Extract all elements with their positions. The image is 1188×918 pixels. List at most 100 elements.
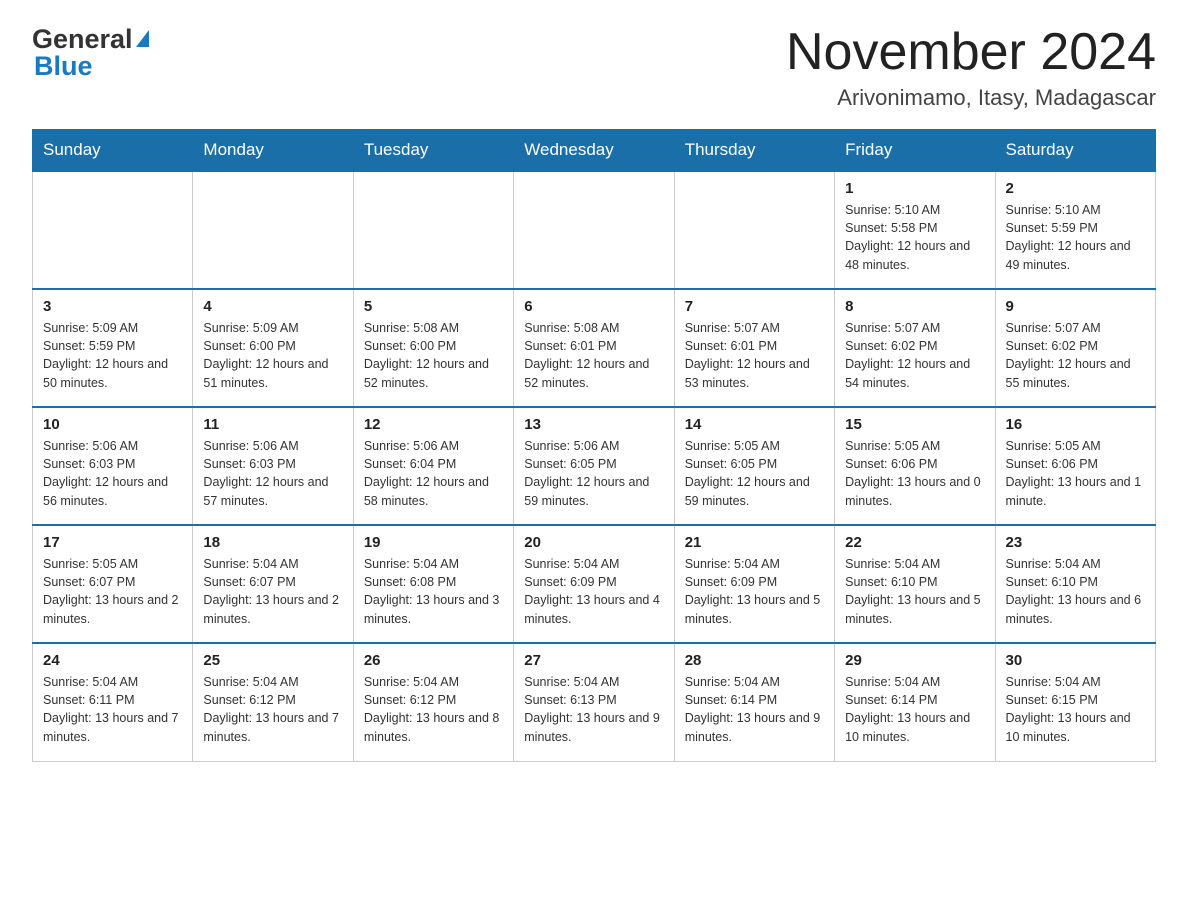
day-cell (514, 171, 674, 289)
logo-blue-text: Blue (32, 51, 149, 82)
day-number: 9 (1006, 298, 1145, 315)
day-cell: 1 Sunrise: 5:10 AMSunset: 5:58 PMDaylight… (835, 171, 995, 289)
day-info: Sunrise: 5:05 AMSunset: 6:06 PMDaylight:… (845, 437, 984, 510)
day-number: 18 (203, 534, 342, 551)
day-cell: 4 Sunrise: 5:09 AMSunset: 6:00 PMDaylight… (193, 289, 353, 407)
day-info: Sunrise: 5:04 AMSunset: 6:14 PMDaylight:… (845, 673, 984, 746)
day-number: 27 (524, 652, 663, 669)
day-number: 12 (364, 416, 503, 433)
day-info: Sunrise: 5:04 AMSunset: 6:12 PMDaylight:… (203, 673, 342, 746)
day-info: Sunrise: 5:06 AMSunset: 6:05 PMDaylight:… (524, 437, 663, 510)
day-number: 21 (685, 534, 824, 551)
day-cell: 20 Sunrise: 5:04 AMSunset: 6:09 PMDayligh… (514, 525, 674, 643)
day-number: 30 (1006, 652, 1145, 669)
day-number: 20 (524, 534, 663, 551)
day-info: Sunrise: 5:04 AMSunset: 6:09 PMDaylight:… (524, 555, 663, 628)
title-area: November 2024 Arivonimamo, Itasy, Madaga… (786, 24, 1156, 111)
day-info: Sunrise: 5:04 AMSunset: 6:10 PMDaylight:… (845, 555, 984, 628)
day-cell: 26Sunrise: 5:04 AMSunset: 6:12 PMDayligh… (353, 643, 513, 761)
day-info: Sunrise: 5:07 AMSunset: 6:02 PMDaylight:… (1006, 319, 1145, 392)
day-cell (33, 171, 193, 289)
day-number: 1 (845, 180, 984, 197)
day-cell: 25 Sunrise: 5:04 AMSunset: 6:12 PMDayligh… (193, 643, 353, 761)
day-info: Sunrise: 5:09 AMSunset: 6:00 PMDaylight:… (203, 319, 342, 392)
day-info: Sunrise: 5:05 AMSunset: 6:07 PMDaylight:… (43, 555, 182, 628)
header-friday: Friday (835, 130, 995, 172)
week-row-2: 10 Sunrise: 5:06 AMSunset: 6:03 PMDayligh… (33, 407, 1156, 525)
day-number: 13 (524, 416, 663, 433)
month-title: November 2024 (786, 24, 1156, 81)
day-cell: 17 Sunrise: 5:05 AMSunset: 6:07 PMDayligh… (33, 525, 193, 643)
header-wednesday: Wednesday (514, 130, 674, 172)
day-info: Sunrise: 5:04 AMSunset: 6:11 PMDaylight:… (43, 673, 182, 746)
week-row-1: 3Sunrise: 5:09 AMSunset: 5:59 PMDaylight… (33, 289, 1156, 407)
logo-triangle-icon (136, 30, 149, 47)
day-number: 10 (43, 416, 182, 433)
day-info: Sunrise: 5:08 AMSunset: 6:00 PMDaylight:… (364, 319, 503, 392)
day-cell: 10 Sunrise: 5:06 AMSunset: 6:03 PMDayligh… (33, 407, 193, 525)
day-cell: 19Sunrise: 5:04 AMSunset: 6:08 PMDayligh… (353, 525, 513, 643)
day-number: 11 (203, 416, 342, 433)
day-info: Sunrise: 5:07 AMSunset: 6:02 PMDaylight:… (845, 319, 984, 392)
day-info: Sunrise: 5:05 AMSunset: 6:06 PMDaylight:… (1006, 437, 1145, 510)
day-cell: 5Sunrise: 5:08 AMSunset: 6:00 PMDaylight… (353, 289, 513, 407)
day-info: Sunrise: 5:05 AMSunset: 6:05 PMDaylight:… (685, 437, 824, 510)
calendar-table: SundayMondayTuesdayWednesdayThursdayFrid… (32, 129, 1156, 762)
day-info: Sunrise: 5:09 AMSunset: 5:59 PMDaylight:… (43, 319, 182, 392)
day-cell: 6 Sunrise: 5:08 AMSunset: 6:01 PMDaylight… (514, 289, 674, 407)
day-cell: 3Sunrise: 5:09 AMSunset: 5:59 PMDaylight… (33, 289, 193, 407)
day-cell: 15 Sunrise: 5:05 AMSunset: 6:06 PMDayligh… (835, 407, 995, 525)
week-row-4: 24Sunrise: 5:04 AMSunset: 6:11 PMDayligh… (33, 643, 1156, 761)
day-number: 6 (524, 298, 663, 315)
day-info: Sunrise: 5:04 AMSunset: 6:10 PMDaylight:… (1006, 555, 1145, 628)
day-cell: 30 Sunrise: 5:04 AMSunset: 6:15 PMDayligh… (995, 643, 1155, 761)
day-info: Sunrise: 5:10 AMSunset: 5:58 PMDaylight:… (845, 201, 984, 274)
day-number: 28 (685, 652, 824, 669)
day-info: Sunrise: 5:10 AMSunset: 5:59 PMDaylight:… (1006, 201, 1145, 274)
day-number: 15 (845, 416, 984, 433)
day-number: 25 (203, 652, 342, 669)
day-cell: 2 Sunrise: 5:10 AMSunset: 5:59 PMDaylight… (995, 171, 1155, 289)
day-cell: 27 Sunrise: 5:04 AMSunset: 6:13 PMDayligh… (514, 643, 674, 761)
header-sunday: Sunday (33, 130, 193, 172)
day-cell: 16 Sunrise: 5:05 AMSunset: 6:06 PMDayligh… (995, 407, 1155, 525)
day-number: 7 (685, 298, 824, 315)
day-cell: 7Sunrise: 5:07 AMSunset: 6:01 PMDaylight… (674, 289, 834, 407)
day-cell: 8 Sunrise: 5:07 AMSunset: 6:02 PMDaylight… (835, 289, 995, 407)
day-info: Sunrise: 5:06 AMSunset: 6:03 PMDaylight:… (203, 437, 342, 510)
week-row-3: 17 Sunrise: 5:05 AMSunset: 6:07 PMDayligh… (33, 525, 1156, 643)
header-monday: Monday (193, 130, 353, 172)
week-row-0: 1 Sunrise: 5:10 AMSunset: 5:58 PMDaylight… (33, 171, 1156, 289)
day-info: Sunrise: 5:04 AMSunset: 6:12 PMDaylight:… (364, 673, 503, 746)
day-number: 4 (203, 298, 342, 315)
day-info: Sunrise: 5:04 AMSunset: 6:13 PMDaylight:… (524, 673, 663, 746)
day-cell (674, 171, 834, 289)
day-info: Sunrise: 5:08 AMSunset: 6:01 PMDaylight:… (524, 319, 663, 392)
day-cell (353, 171, 513, 289)
day-number: 17 (43, 534, 182, 551)
day-cell: 11 Sunrise: 5:06 AMSunset: 6:03 PMDayligh… (193, 407, 353, 525)
header-tuesday: Tuesday (353, 130, 513, 172)
day-cell: 24Sunrise: 5:04 AMSunset: 6:11 PMDayligh… (33, 643, 193, 761)
header-saturday: Saturday (995, 130, 1155, 172)
location-subtitle: Arivonimamo, Itasy, Madagascar (786, 85, 1156, 111)
day-info: Sunrise: 5:06 AMSunset: 6:03 PMDaylight:… (43, 437, 182, 510)
day-cell: 22Sunrise: 5:04 AMSunset: 6:10 PMDayligh… (835, 525, 995, 643)
day-cell: 29 Sunrise: 5:04 AMSunset: 6:14 PMDayligh… (835, 643, 995, 761)
day-number: 8 (845, 298, 984, 315)
day-info: Sunrise: 5:04 AMSunset: 6:07 PMDaylight:… (203, 555, 342, 628)
day-number: 16 (1006, 416, 1145, 433)
day-info: Sunrise: 5:04 AMSunset: 6:15 PMDaylight:… (1006, 673, 1145, 746)
day-info: Sunrise: 5:04 AMSunset: 6:09 PMDaylight:… (685, 555, 824, 628)
day-number: 14 (685, 416, 824, 433)
day-cell: 23Sunrise: 5:04 AMSunset: 6:10 PMDayligh… (995, 525, 1155, 643)
day-cell: 18 Sunrise: 5:04 AMSunset: 6:07 PMDayligh… (193, 525, 353, 643)
day-cell (193, 171, 353, 289)
page-header: General Blue November 2024 Arivonimamo, … (32, 24, 1156, 111)
day-number: 29 (845, 652, 984, 669)
day-info: Sunrise: 5:06 AMSunset: 6:04 PMDaylight:… (364, 437, 503, 510)
day-number: 2 (1006, 180, 1145, 197)
day-cell: 14 Sunrise: 5:05 AMSunset: 6:05 PMDayligh… (674, 407, 834, 525)
header-thursday: Thursday (674, 130, 834, 172)
day-cell: 13 Sunrise: 5:06 AMSunset: 6:05 PMDayligh… (514, 407, 674, 525)
